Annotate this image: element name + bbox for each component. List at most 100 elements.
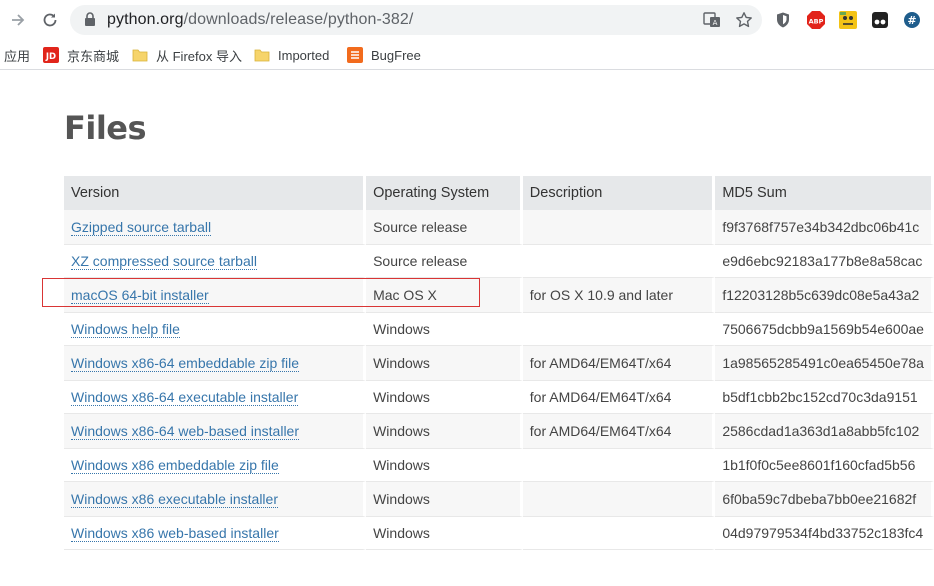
os-cell: Source release (366, 244, 523, 278)
description-cell (522, 312, 716, 346)
reload-icon (43, 13, 57, 27)
bookmark-jd-label: 京东商城 (67, 48, 120, 64)
shield-extension-icon[interactable] (773, 10, 793, 30)
bookmark-apps-label: 应用 (4, 48, 31, 64)
description-cell (522, 210, 716, 244)
table-row: Windows x86-64 web-based installer Windo… (64, 414, 934, 448)
version-cell: Windows help file (64, 312, 367, 346)
page-content: Files Version Operating System Descripti… (0, 71, 934, 586)
lock-icon (84, 12, 96, 32)
files-table: Version Operating System Description MD5… (64, 176, 934, 550)
reload-button[interactable] (38, 8, 62, 32)
url-path: /downloads/release/python-382/ (183, 11, 414, 28)
address-bar[interactable]: python.org/downloads/release/python-382/… (70, 5, 762, 35)
table-row: Windows x86-64 embeddable zip file Windo… (64, 346, 934, 380)
arrow-right-icon (12, 14, 25, 26)
bookmark-imported-label: Imported (278, 47, 330, 63)
bookmark-jd[interactable]: JD 京东商城 (43, 44, 119, 66)
download-link[interactable]: XZ compressed source tarball (71, 253, 257, 270)
os-cell: Source release (366, 210, 523, 244)
md5-cell: f9f3768f757e34b342dbc06b41c (715, 210, 934, 244)
version-cell: Windows x86 embeddable zip file (64, 448, 367, 482)
browser-toolbar: python.org/downloads/release/python-382/… (0, 0, 934, 40)
url-text: python.org/downloads/release/python-382/ (107, 11, 413, 29)
hash-extension-icon[interactable]: # (902, 10, 922, 30)
version-cell: Windows x86-64 executable installer (64, 380, 367, 414)
header-operating-system: Operating System (366, 176, 523, 210)
jd-icon: JD (43, 47, 59, 63)
table-row: Windows help file Windows 7506675dcbb9a1… (64, 312, 934, 346)
download-link[interactable]: Windows help file (71, 321, 180, 338)
download-link[interactable]: macOS 64-bit installer (71, 287, 209, 304)
table-row: macOS 64-bit installer Mac OS X for OS X… (64, 278, 934, 312)
folder-icon (254, 47, 270, 63)
download-link[interactable]: Windows x86 web-based installer (71, 525, 279, 542)
description-cell (522, 482, 716, 516)
download-link[interactable]: Windows x86-64 web-based installer (71, 423, 299, 440)
bookmarks-bar: 应用 JD 京东商城 从 Firefox 导入 Imported BugFree (0, 40, 934, 70)
bookmark-firefox-import-label: 从 Firefox 导入 (156, 48, 242, 64)
table-row: Windows x86 executable installer Windows… (64, 482, 934, 516)
os-cell: Windows (366, 312, 523, 346)
os-cell: Windows (366, 448, 523, 482)
extension-face-icon[interactable] (838, 10, 858, 30)
md5-cell: b5df1cbb2bc152cd70c3da9151 (715, 380, 934, 414)
bookmark-firefox-import[interactable]: 从 Firefox 导入 (132, 44, 242, 66)
bookmark-imported[interactable]: Imported (254, 44, 329, 66)
description-cell: for OS X 10.9 and later (522, 278, 716, 312)
page-title: Files (64, 109, 147, 147)
md5-cell: 1a98565285491c0ea65450e78a (715, 346, 934, 380)
version-cell: Windows x86 executable installer (64, 482, 367, 516)
table-row: Windows x86 web-based installer Windows … (64, 516, 934, 550)
table-row: XZ compressed source tarball Source rele… (64, 244, 934, 278)
version-cell: Gzipped source tarball (64, 210, 367, 244)
svg-text:A: A (713, 19, 718, 27)
table-row: Gzipped source tarball Source release f9… (64, 210, 934, 244)
description-cell: for AMD64/EM64T/x64 (522, 414, 716, 448)
md5-cell: 1b1f0f0c5ee8601f160cfad5b56 (715, 448, 934, 482)
description-cell (522, 516, 716, 550)
tampermonkey-icon[interactable] (870, 10, 890, 30)
md5-cell: e9d6ebc92183a177b8e8a58cac (715, 244, 934, 278)
os-cell: Windows (366, 516, 523, 550)
md5-cell: f12203128b5c639dc08e5a43a2 (715, 278, 934, 312)
download-link[interactable]: Gzipped source tarball (71, 219, 212, 236)
table-row: Windows x86-64 executable installer Wind… (64, 380, 934, 414)
header-version: Version (64, 176, 367, 210)
os-cell: Windows (366, 414, 523, 448)
bookmark-bugfree-label: BugFree (371, 47, 421, 63)
os-cell: Mac OS X (366, 278, 523, 312)
md5-cell: 04d97979534f4bd33752c183fc4 (715, 516, 934, 550)
md5-cell: 6f0ba59c7dbeba7bb0ee21682f (715, 482, 934, 516)
description-cell (522, 244, 716, 278)
svg-text:#: # (907, 14, 916, 27)
download-link[interactable]: Windows x86 embeddable zip file (71, 457, 279, 474)
md5-cell: 2586cdad1a363d1a8abb5fc102 (715, 414, 934, 448)
os-cell: Windows (366, 346, 523, 380)
table-header-row: Version Operating System Description MD5… (64, 176, 934, 210)
adblock-plus-icon[interactable]: ABP (806, 10, 826, 30)
os-cell: Windows (366, 482, 523, 516)
bookmark-apps[interactable]: 应用 (4, 44, 30, 66)
header-md5-sum: MD5 Sum (715, 176, 934, 210)
url-host: python.org (107, 11, 184, 28)
md5-cell: 7506675dcbb9a1569b54e600ae (715, 312, 934, 346)
download-link[interactable]: Windows x86-64 executable installer (71, 389, 299, 406)
bookmark-bugfree[interactable]: BugFree (347, 44, 421, 66)
download-link[interactable]: Windows x86-64 embeddable zip file (71, 355, 300, 372)
version-cell: Windows x86-64 web-based installer (64, 414, 367, 448)
download-link[interactable]: Windows x86 executable installer (71, 491, 278, 508)
bugfree-icon (347, 47, 363, 63)
version-cell: Windows x86-64 embeddable zip file (64, 346, 367, 380)
description-cell: for AMD64/EM64T/x64 (522, 346, 716, 380)
table-row: Windows x86 embeddable zip file Windows … (64, 448, 934, 482)
star-icon[interactable] (734, 10, 754, 30)
version-cell: XZ compressed source tarball (64, 244, 367, 278)
forward-button[interactable] (6, 8, 30, 32)
translate-icon[interactable]: A (702, 10, 722, 30)
header-description: Description (522, 176, 716, 210)
os-cell: Windows (366, 380, 523, 414)
description-cell: for AMD64/EM64T/x64 (522, 380, 716, 414)
description-cell (522, 448, 716, 482)
folder-icon (132, 47, 148, 63)
